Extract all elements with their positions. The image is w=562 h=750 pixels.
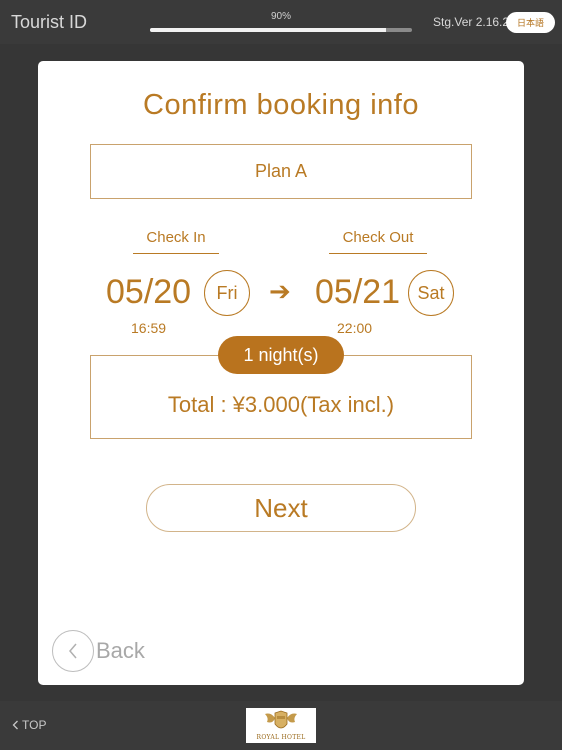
hotel-logo: ROYAL HOTEL xyxy=(246,708,316,743)
nights-badge: 1 night(s) xyxy=(218,336,344,374)
check-out-day: Sat xyxy=(417,282,445,303)
progress-label: 90% xyxy=(270,11,291,22)
crest-icon xyxy=(265,710,297,729)
progress-fill xyxy=(150,28,386,32)
plan-box: Plan A xyxy=(90,144,472,199)
check-out-date: 05/21 xyxy=(315,273,401,311)
top-bar: Tourist ID 90% Stg.Ver 2.16.2 日本語 xyxy=(0,0,562,44)
top-link-label: TOP xyxy=(22,718,47,732)
version-label: Stg.Ver 2.16.2 xyxy=(433,15,510,29)
check-out-time: 22:00 xyxy=(337,320,373,336)
total-price: Total : ¥3.000(Tax incl.) xyxy=(167,392,395,417)
next-button[interactable]: Next xyxy=(146,484,416,532)
check-in-time: 16:59 xyxy=(131,320,167,336)
bottom-bar: TOP ROYAL HOTEL xyxy=(0,701,562,750)
app-title: Tourist ID xyxy=(11,12,88,32)
chevron-left-icon xyxy=(69,643,77,659)
back-label[interactable]: Back xyxy=(96,638,145,664)
arrow-right-icon: ➔ xyxy=(269,277,291,307)
page-title: Confirm booking info xyxy=(143,89,419,121)
top-link[interactable]: TOP xyxy=(12,718,46,732)
booking-card: Confirm booking info Plan A Check In Che… xyxy=(38,61,524,685)
check-in-day-badge: Fri xyxy=(204,270,250,316)
plan-name: Plan A xyxy=(254,161,308,181)
chevron-left-icon xyxy=(12,720,18,730)
check-in-date: 05/20 xyxy=(106,273,192,311)
logo-text: ROYAL HOTEL xyxy=(256,734,306,741)
check-in-label: Check In xyxy=(133,229,219,254)
back-button[interactable] xyxy=(52,630,94,672)
check-out-day-badge: Sat xyxy=(408,270,454,316)
check-in-day: Fri xyxy=(216,282,238,303)
check-out-label: Check Out xyxy=(329,229,427,254)
language-button[interactable]: 日本語 xyxy=(506,12,555,33)
progress-bar xyxy=(150,28,412,32)
